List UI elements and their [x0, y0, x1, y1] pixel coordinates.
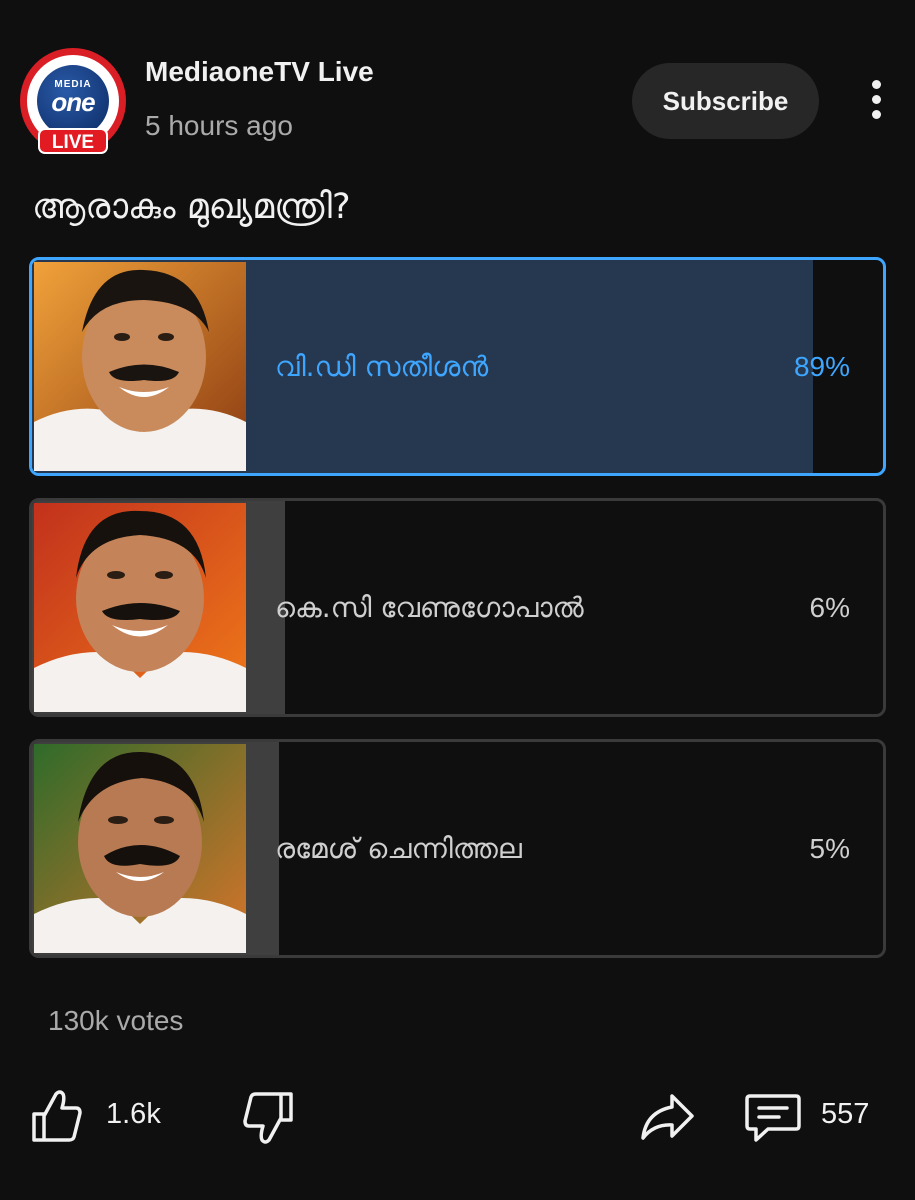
poll-question: ആരാകും മുഖ്യമന്ത്രി? — [32, 187, 351, 227]
poll-option-percent: 5% — [809, 833, 850, 864]
comment-icon[interactable] — [744, 1088, 802, 1148]
poll-option-label: വി.ഡി സതീശൻ — [275, 350, 489, 383]
poll-option-percent: 89% — [793, 351, 850, 382]
avatar-one-text: one — [51, 87, 95, 117]
thumbs-up-icon[interactable] — [30, 1088, 82, 1148]
candidate-2-photo — [34, 503, 246, 712]
poll-option-label: കെ.സി വേണുഗോപാൽ — [275, 591, 584, 624]
like-count: 1.6k — [106, 1098, 161, 1130]
poll-option[interactable]: കെ.സി വേണുഗോപാൽ 6% — [29, 498, 886, 717]
subscribe-button[interactable]: Subscribe — [632, 63, 819, 139]
thumbs-down-icon[interactable] — [243, 1088, 295, 1148]
post-time: 5 hours ago — [145, 110, 293, 141]
channel-name[interactable]: MediaoneTV Live — [145, 56, 374, 88]
poll-option-percent: 6% — [809, 592, 850, 623]
poll-option[interactable]: വി.ഡി സതീശൻ 89% — [29, 257, 886, 476]
candidate-1-photo — [34, 262, 246, 471]
live-badge: LIVE — [38, 128, 108, 154]
candidate-3-photo — [34, 744, 246, 953]
poll-option-label: രമേശ് ചെന്നിത്തല — [275, 832, 522, 865]
vote-count: 130k votes — [48, 1005, 184, 1036]
more-options-icon[interactable] — [862, 80, 890, 124]
poll-option[interactable]: രമേശ് ചെന്നിത്തല 5% — [29, 739, 886, 958]
channel-avatar[interactable]: MEDIA one LIVE — [20, 48, 126, 154]
post-header: MEDIA one LIVE MediaoneTV Live 5 hours a… — [20, 46, 895, 156]
comment-count: 557 — [821, 1098, 870, 1130]
share-icon[interactable] — [638, 1088, 696, 1148]
